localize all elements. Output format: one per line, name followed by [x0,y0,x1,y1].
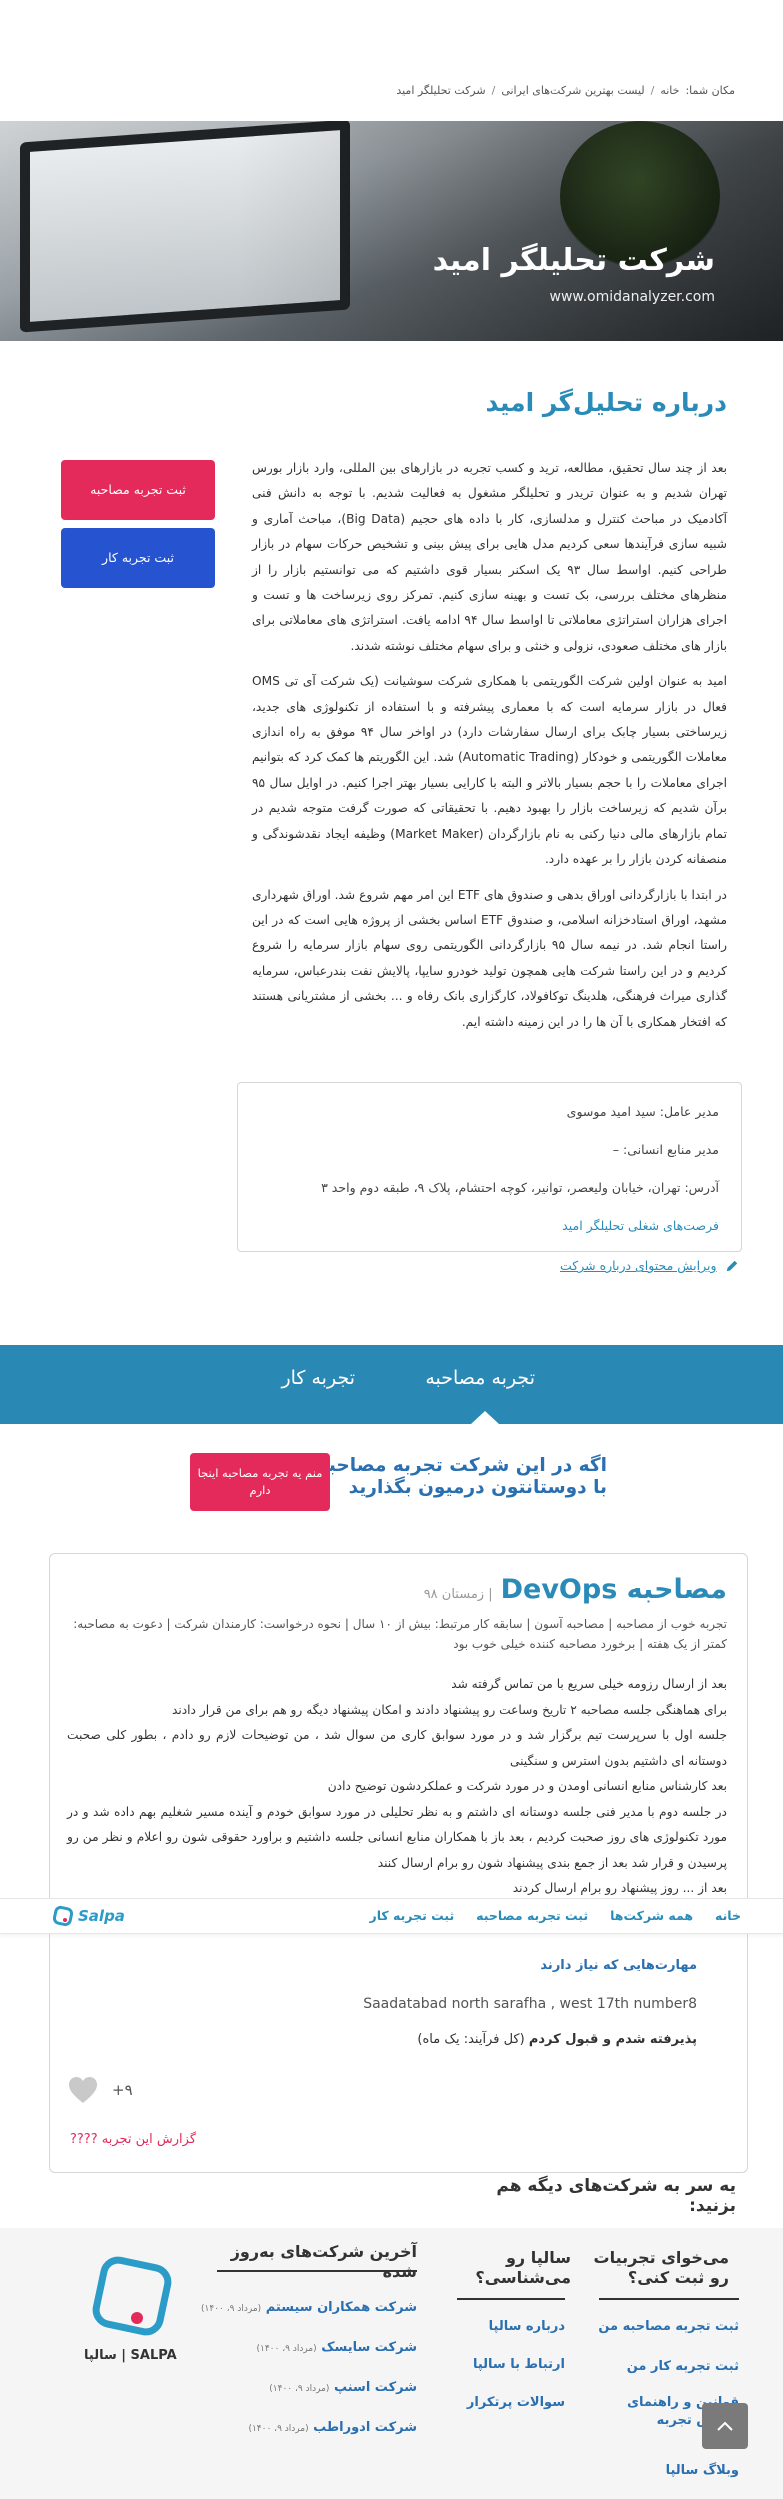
footer-latest-companies-title: آخرین شرکت‌های به‌روز شده [230,2242,417,2281]
breadcrumb-current: شرکت تحلیلگر امید [396,84,486,97]
tab-work-experience[interactable]: تجربه کار [281,1367,355,1389]
like-count: +۹ [112,2081,133,2099]
heart-icon[interactable] [68,2076,98,2104]
review-paragraph: برای هماهنگی جلسه مصاحبه ۲ تاریخ وساعت ر… [171,1702,727,1717]
footer-col3-divider [217,2270,417,2272]
footer-col-about-title: سالپا رو می‌شناسی؟ [451,2248,571,2288]
footer-company-name: شرکت سایسک [321,2340,417,2355]
footer-company-item[interactable]: شرکت اسنپ (مرداد ۹، ۱۴۰۰) [197,2380,417,2395]
footer-link-faq[interactable]: سوالات پرتکرار [445,2394,565,2412]
active-tab-indicator [471,1411,499,1424]
footer-company-name: شرکت ادوراطب [313,2420,417,2435]
footer-company-date: (مرداد ۹، ۱۴۰۰) [248,2424,309,2434]
add-interview-experience-button[interactable]: ثبت تجربه مصاحبه [61,460,215,520]
footer-company-date: (مرداد ۹، ۱۴۰۰) [256,2344,317,2354]
breadcrumb-separator: / [491,84,496,97]
salpa-brand-dot [131,2312,143,2324]
see-also-line-1: یه سر به شرکت‌های دیگه هم [496,2176,736,2196]
footer-company-name: شرکت همکاران سیستم [265,2300,417,2315]
nav-home[interactable]: خانه [715,1908,741,1923]
salpa-brand-icon [89,2253,175,2339]
report-review-link[interactable]: گزارش این تجربه ???? [70,2132,196,2147]
ceo-info: مدیر عامل: سید امید موسوی [566,1104,719,1119]
about-title: درباره تحلیل‌گر امید [485,388,727,417]
salpa-logo-text: Salpa [78,1907,125,1925]
interview-review-card: مصاحبه DevOps | زمستان ۹۸ تجربه خوب از م… [49,1553,748,2173]
like-control: +۹ [68,2076,133,2104]
company-website-link[interactable]: www.omidanalyzer.com [550,289,715,305]
footer-company-item[interactable]: شرکت همکاران سیستم (مرداد ۹، ۱۴۰۰) [197,2300,417,2315]
edit-about-label: ویرایش محتوای درباره شرکت [560,1258,717,1273]
sticky-nav-bar: Salpa خانه همه شرکت‌ها ثبت تجربه مصاحبه … [0,1898,783,1934]
company-info-box: مدیر عامل: سید امید موسوی مدیر منابع انس… [237,1082,742,1252]
address-info: آدرس: تهران، خیابان ولیعصر، توانیر، کوچه… [321,1180,719,1195]
review-paragraph: بعد کارشناس منابع انسانی اومدن و در مورد… [327,1779,727,1793]
about-paragraph: امید به عنوان اولین شرکت الگوریتمی با هم… [252,674,727,867]
review-meta: تجربه خوب از مصاحبه | مصاحبه آسون | سابق… [73,1617,727,1651]
footer-link-blog[interactable]: وبلاگ سالپا [589,2462,739,2480]
review-outcome-duration: (کل فرآیند: یک ماه) [417,2032,525,2047]
review-date: | زمستان ۹۸ [423,1587,493,1602]
review-address: Saadatabad north sarafha , west 17th num… [363,1996,697,2012]
review-outcome: پذیرفته شدم و قبول کردم (کل فرآیند: یک م… [417,2032,697,2047]
footer-link-add-work[interactable]: ثبت تجربه کار من [589,2358,739,2376]
footer-link-add-interview[interactable]: ثبت تجربه مصاحبه من [589,2318,739,2336]
footer-company-name: شرکت اسنپ [333,2380,417,2395]
sticky-nav-menu: خانه همه شرکت‌ها ثبت تجربه مصاحبه ثبت تج… [370,1908,742,1923]
nav-add-work[interactable]: ثبت تجربه کار [370,1908,455,1923]
review-paragraph: در جلسه دوم با مدیر فنی جلسه دوستانه ای … [67,1804,727,1870]
edit-about-link[interactable]: ویرایش محتوای درباره شرکت [560,1258,739,1273]
footer-company-item[interactable]: شرکت سایسک (مرداد ۹، ۱۴۰۰) [197,2340,418,2355]
scroll-to-top-button[interactable] [702,2403,748,2449]
review-paragraph: جلسه اول با سرپرست تیم برگزار شد و در مو… [67,1728,727,1768]
chevron-up-icon [717,2421,733,2431]
breadcrumb: مکان شما: خانه / لیست بهترین شرکت‌های ای… [48,84,735,97]
footer-company-item[interactable]: شرکت ادوراطب (مرداد ۹، ۱۴۰۰) [197,2420,417,2435]
footer-col2-title-line: می‌شناسی؟ [475,2268,571,2287]
about-paragraph: در ابتدا با بازارگردانی اوراق بدهی و صند… [252,887,728,1029]
breadcrumb-label: مکان شما: [685,84,735,97]
see-also-line-2: بزنید: [689,2196,736,2216]
review-paragraph: بعد از ارسال رزومه خیلی سریع با من تماس … [451,1677,727,1691]
footer: می‌خوای تجربیات رو ثبت کنی؟ ثبت تجربه مص… [0,2228,783,2499]
company-hero-banner: شرکت تحلیلگر امید www.omidanalyzer.com [0,121,783,341]
pencil-icon [726,1260,737,1271]
footer-col2-title-line: سالپا رو [505,2248,571,2267]
footer-link-contact[interactable]: ارتباط با سالپا [445,2356,565,2374]
footer-company-date: (مرداد ۹، ۱۴۰۰) [201,2304,262,2314]
salpa-brand-name: SALPA | سالپا [84,2348,177,2363]
nav-add-interview[interactable]: ثبت تجربه مصاحبه [476,1908,588,1923]
breadcrumb-separator: / [650,84,655,97]
footer-col1-divider [599,2298,739,2300]
see-other-companies-title: یه سر به شرکت‌های دیگه هم بزنید: [496,2176,736,2216]
skills-title: مهارت‌هایی که نیاز دارند [540,1958,697,1973]
i-have-interview-button[interactable]: منم یه تجربه مصاحبه اینجا دارم [190,1453,330,1511]
review-header: مصاحبه DevOps | زمستان ۹۸ [424,1574,727,1605]
hr-info: مدیر منابع انسانی: – [612,1142,719,1157]
salpa-logo-icon [52,1905,74,1927]
about-text: بعد از چند سال تحقیق، مطالعه، ترید و کسب… [252,456,727,1045]
review-outcome-status: پذیرفته شدم و قبول کردم [528,2032,697,2047]
company-title: شرکت تحلیلگر امید [432,243,715,278]
jobs-link[interactable]: فرصت‌های شغلی تحلیلگر امید [260,1215,719,1253]
review-title: مصاحبه DevOps [500,1574,727,1605]
review-body: بعد از ارسال رزومه خیلی سریع با من تماس … [67,1672,727,1902]
hero-overlay [0,121,783,341]
experience-tabs: تجربه مصاحبه تجربه کار [0,1345,783,1424]
footer-company-date: (مرداد ۹، ۱۴۰۰) [269,2384,330,2394]
footer-col-contribute-title: می‌خوای تجربیات رو ثبت کنی؟ [579,2248,730,2288]
footer-link-about[interactable]: درباره سالپا [445,2318,565,2336]
footer-col2-divider [457,2298,565,2300]
nav-all-companies[interactable]: همه شرکت‌ها [610,1908,693,1923]
about-paragraph: بعد از چند سال تحقیق، مطالعه، ترید و کسب… [252,461,727,653]
breadcrumb-home[interactable]: خانه [660,84,679,97]
footer-col1-title-line: می‌خوای تجربیات [593,2248,730,2267]
salpa-logo[interactable]: Salpa [52,1905,125,1927]
breadcrumb-company-list[interactable]: لیست بهترین شرکت‌های ایرانی [501,84,644,97]
tab-interview-experience[interactable]: تجربه مصاحبه [425,1367,535,1389]
footer-col1-title-line: رو ثبت کنی؟ [627,2268,729,2287]
add-work-experience-button[interactable]: ثبت تجربه کار [61,528,215,588]
